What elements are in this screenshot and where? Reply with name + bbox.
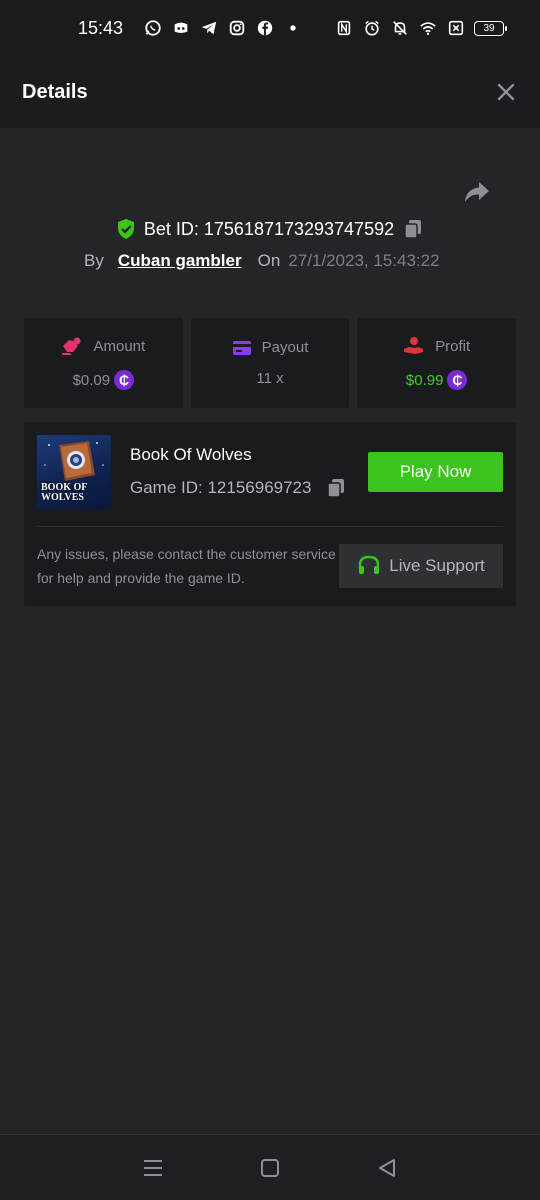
payout-card: Payout 11 x bbox=[190, 318, 350, 408]
recent-apps-button[interactable] bbox=[141, 1156, 165, 1180]
copy-icon bbox=[327, 479, 345, 498]
amount-head: Amount bbox=[61, 336, 145, 356]
play-now-button[interactable]: Play Now bbox=[368, 452, 503, 492]
verified-shield-icon bbox=[116, 218, 136, 240]
game-card: BOOK OF WOLVES Book Of Wolves Game ID: 1… bbox=[24, 422, 516, 606]
game-id-row: Game ID: 12156969723 bbox=[130, 477, 347, 499]
bet-meta-row: By Cuban gambler On 27/1/2023, 15:43:22 bbox=[84, 246, 440, 276]
home-button[interactable] bbox=[258, 1156, 282, 1180]
dot-icon bbox=[283, 18, 303, 38]
status-left: 15:43 bbox=[78, 18, 303, 39]
live-support-button[interactable]: Live Support bbox=[339, 544, 503, 588]
payout-value: 11 x bbox=[256, 370, 284, 387]
share-button[interactable] bbox=[462, 178, 492, 206]
battery-level: 39 bbox=[483, 22, 495, 34]
home-square-icon bbox=[260, 1158, 279, 1177]
thumbnail-line-2: WOLVES bbox=[41, 492, 84, 503]
copy-bet-id-button[interactable] bbox=[402, 218, 424, 240]
profit-head: Profit bbox=[403, 336, 470, 356]
amount-icon bbox=[61, 336, 83, 356]
facebook-icon bbox=[255, 18, 275, 38]
profit-value: $0.99 bbox=[405, 371, 444, 389]
live-support-label: Live Support bbox=[389, 556, 485, 575]
bet-id-row: Bet ID: 1756187173293747592 bbox=[0, 214, 540, 244]
amount-value-row: $0.09 ₵ bbox=[73, 370, 135, 390]
telegram-icon bbox=[199, 18, 219, 38]
payout-label: Payout bbox=[261, 339, 309, 356]
system-nav-bar bbox=[0, 1134, 540, 1200]
profit-icon bbox=[403, 336, 425, 356]
whatsapp-icon bbox=[143, 18, 163, 38]
user-link[interactable]: Cuban gambler bbox=[118, 251, 242, 271]
amount-value: $0.09 bbox=[72, 371, 111, 389]
status-right: 39 bbox=[334, 18, 507, 38]
on-label: On bbox=[257, 251, 281, 270]
back-button[interactable] bbox=[375, 1156, 399, 1180]
status-time: 15:43 bbox=[78, 17, 124, 38]
bet-stats: Amount $0.09 ₵ Payout 11 x Profit $0.99 … bbox=[24, 318, 517, 408]
coin-icon: ₵ bbox=[114, 370, 135, 390]
game-name: Book Of Wolves bbox=[130, 445, 252, 464]
support-message: Any issues, please contact the customer … bbox=[37, 546, 336, 586]
bell-off-icon bbox=[390, 18, 410, 38]
alarm-icon bbox=[362, 18, 382, 38]
bet-id: Bet ID: 1756187173293747592 bbox=[143, 218, 395, 239]
instagram-icon bbox=[227, 18, 247, 38]
thumbnail-title: BOOK OF WOLVES bbox=[41, 483, 87, 503]
close-icon bbox=[497, 83, 515, 101]
copy-icon bbox=[404, 220, 422, 239]
amount-card: Amount $0.09 ₵ bbox=[24, 318, 183, 408]
payout-icon bbox=[232, 340, 252, 356]
nfc-icon bbox=[334, 18, 354, 38]
back-triangle-icon bbox=[378, 1158, 395, 1177]
amount-label: Amount bbox=[93, 337, 146, 355]
profit-card: Profit $0.99 ₵ bbox=[357, 318, 517, 408]
status-bar: 15:43 39 bbox=[0, 0, 540, 56]
details-header: Details bbox=[0, 56, 540, 128]
discord-icon bbox=[171, 18, 191, 38]
close-button[interactable] bbox=[494, 80, 518, 104]
game-thumbnail[interactable]: BOOK OF WOLVES bbox=[37, 435, 111, 509]
wifi-icon bbox=[418, 18, 438, 38]
battery-icon: 39 bbox=[474, 20, 507, 36]
page-title: Details bbox=[22, 80, 88, 103]
payout-value-row: 11 x bbox=[256, 370, 283, 387]
menu-icon bbox=[144, 1159, 163, 1176]
payout-head: Payout bbox=[232, 339, 309, 356]
sim-off-icon bbox=[446, 18, 466, 38]
bet-date: 27/1/2023, 15:43:22 bbox=[288, 251, 440, 270]
profit-label: Profit bbox=[435, 337, 471, 355]
coin-icon: ₵ bbox=[447, 370, 468, 390]
headset-icon bbox=[357, 554, 381, 578]
by-label: By bbox=[84, 251, 104, 270]
copy-game-id-button[interactable] bbox=[325, 477, 347, 499]
game-id: Game ID: 12156969723 bbox=[130, 478, 312, 497]
profit-value-row: $0.99 ₵ bbox=[406, 370, 468, 390]
divider bbox=[37, 526, 503, 527]
share-icon bbox=[465, 182, 489, 202]
